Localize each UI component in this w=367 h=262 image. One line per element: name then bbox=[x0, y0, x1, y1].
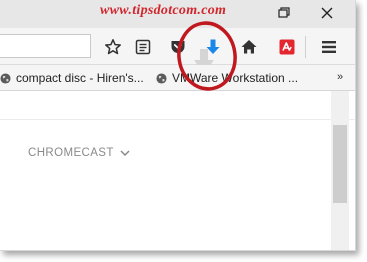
reader-icon[interactable] bbox=[134, 38, 152, 56]
avira-icon[interactable] bbox=[278, 38, 296, 56]
highlight-ring bbox=[177, 21, 237, 91]
page-content: CHROMECAST bbox=[0, 91, 355, 250]
home-icon[interactable] bbox=[240, 38, 258, 56]
browser-window: www.tipsdotcom.com compact disc - Hiren'… bbox=[0, 0, 356, 251]
chromecast-label: CHROMECAST bbox=[28, 147, 114, 159]
menu-icon[interactable] bbox=[320, 38, 338, 56]
watermark-text: www.tipsdotcom.com bbox=[100, 3, 227, 18]
scrollbar-thumb[interactable] bbox=[333, 125, 347, 203]
bookmarks-overflow-button[interactable]: » bbox=[337, 71, 343, 83]
chromecast-menu[interactable]: CHROMECAST bbox=[28, 147, 130, 159]
divider bbox=[0, 119, 355, 120]
restore-icon[interactable] bbox=[272, 4, 294, 22]
close-icon[interactable] bbox=[316, 4, 338, 22]
toolbar-separator bbox=[305, 36, 306, 58]
chevron-down-icon bbox=[120, 150, 130, 156]
globe-icon bbox=[0, 72, 11, 84]
bookmark-label: compact disc - Hiren's... bbox=[16, 71, 144, 85]
bookmark-item-hirens[interactable]: compact disc - Hiren's... bbox=[0, 69, 144, 87]
address-bar[interactable] bbox=[0, 34, 91, 58]
globe-icon bbox=[156, 72, 167, 84]
star-icon[interactable] bbox=[104, 38, 122, 56]
